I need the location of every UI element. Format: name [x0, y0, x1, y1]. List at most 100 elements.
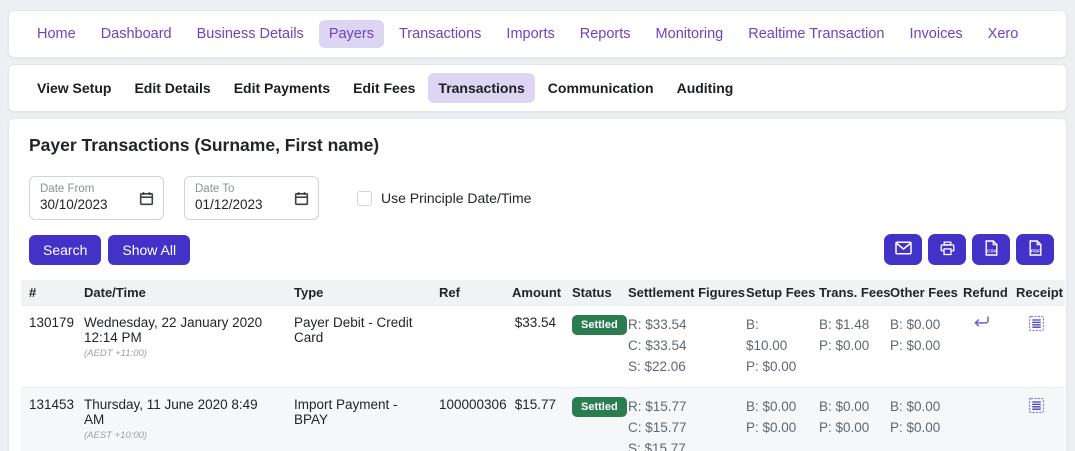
actions-row: Search Show All CSV PDF: [29, 234, 1054, 265]
date-to-label: Date To: [195, 182, 263, 196]
nav-item-dashboard[interactable]: Dashboard: [91, 20, 182, 48]
cell-setup-fees: B: $0.00 P: $0.00: [738, 387, 811, 451]
col-header-ref: Ref: [431, 280, 504, 306]
settlement-line: S: $15.77: [628, 439, 730, 451]
col-header-datetime: Date/Time: [76, 280, 286, 306]
nav-item-business-details[interactable]: Business Details: [187, 20, 314, 48]
cell-other-fees: B: $0.00 P: $0.00: [882, 306, 955, 388]
timezone-text: (AEST +10:00): [84, 430, 278, 441]
date-from-input[interactable]: Date From 30/10/2023: [29, 176, 164, 220]
fee-line: P: $0.00: [819, 336, 874, 357]
subnav-item-auditing[interactable]: Auditing: [667, 73, 744, 103]
subnav-item-transactions[interactable]: Transactions: [428, 73, 534, 103]
datetime-text: Thursday, 11 June 2020 8:49 AM: [84, 397, 278, 427]
export-csv-button[interactable]: CSV: [972, 234, 1010, 265]
fee-line: B: $0.00: [890, 315, 947, 336]
nav-item-xero[interactable]: Xero: [978, 20, 1029, 48]
status-badge: Settled: [572, 315, 627, 335]
col-header-type: Type: [286, 280, 431, 306]
settlement-line: C: $15.77: [628, 418, 730, 439]
receipt-icon[interactable]: [1028, 315, 1045, 335]
cell-transaction-id: 130179: [21, 306, 76, 388]
subnav-item-communication[interactable]: Communication: [538, 73, 664, 103]
print-button[interactable]: [928, 234, 966, 265]
cell-transaction-id: 131453: [21, 387, 76, 451]
filter-row: Date From 30/10/2023 Date To 01/12/2023 …: [29, 176, 1054, 220]
nav-item-home[interactable]: Home: [27, 20, 86, 48]
date-to-input[interactable]: Date To 01/12/2023: [184, 176, 319, 220]
nav-item-payers[interactable]: Payers: [319, 20, 384, 48]
cell-refund: [955, 387, 1008, 451]
cell-receipt: [1008, 387, 1065, 451]
primary-nav: Home Dashboard Business Details Payers T…: [8, 10, 1067, 58]
nav-item-imports[interactable]: Imports: [496, 20, 564, 48]
calendar-icon[interactable]: [139, 191, 154, 206]
fee-line: P: $0.00: [746, 357, 803, 378]
svg-text:CSV: CSV: [987, 249, 997, 254]
show-all-button[interactable]: Show All: [108, 235, 190, 265]
subnav-item-edit-payments[interactable]: Edit Payments: [224, 73, 340, 103]
col-header-id: #: [21, 280, 76, 306]
date-from-label: Date From: [40, 182, 108, 196]
use-principle-datetime-group: Use Principle Date/Time: [357, 190, 531, 206]
col-header-receipt: Receipt: [1008, 280, 1065, 306]
email-button[interactable]: [884, 234, 922, 265]
receipt-icon[interactable]: [1028, 397, 1045, 417]
col-header-setup-fees: Setup Fees: [738, 280, 811, 306]
fee-line: B: $0.00: [890, 397, 947, 418]
nav-item-monitoring[interactable]: Monitoring: [646, 20, 734, 48]
col-header-refund: Refund: [955, 280, 1008, 306]
nav-item-transactions[interactable]: Transactions: [389, 20, 491, 48]
fee-line: B: $10.00: [746, 315, 803, 357]
cell-status: Settled: [564, 387, 620, 451]
cell-other-fees: B: $0.00 P: $0.00: [882, 387, 955, 451]
status-badge: Settled: [572, 397, 627, 417]
cell-trans-fees: B: $0.00 P: $0.00: [811, 387, 882, 451]
subnav-item-edit-details[interactable]: Edit Details: [124, 73, 220, 103]
nav-item-realtime-transaction[interactable]: Realtime Transaction: [738, 20, 894, 48]
cell-settlement-figures: R: $33.54 C: $33.54 S: $22.06: [620, 306, 738, 388]
col-header-status: Status: [564, 280, 620, 306]
cell-datetime: Wednesday, 22 January 2020 12:14 PM (AED…: [76, 306, 286, 388]
svg-text:PDF: PDF: [1031, 249, 1040, 254]
email-icon: [895, 241, 912, 258]
fee-line: P: $0.00: [819, 418, 874, 439]
timezone-text: (AEDT +11:00): [84, 348, 278, 359]
file-pdf-icon: PDF: [1029, 240, 1042, 259]
settlement-line: S: $22.06: [628, 357, 730, 378]
cell-type: Payer Debit - Credit Card: [286, 306, 431, 388]
payer-transactions-panel: Payer Transactions (Surname, First name)…: [8, 118, 1067, 451]
nav-item-invoices[interactable]: Invoices: [899, 20, 972, 48]
fee-line: B: $0.00: [819, 397, 874, 418]
subnav-item-view-setup[interactable]: View Setup: [27, 73, 121, 103]
table-row: 131453 Thursday, 11 June 2020 8:49 AM (A…: [21, 387, 1065, 451]
search-button[interactable]: Search: [29, 235, 101, 265]
cell-setup-fees: B: $10.00 P: $0.00: [738, 306, 811, 388]
cell-trans-fees: B: $1.48 P: $0.00: [811, 306, 882, 388]
fee-line: P: $0.00: [890, 418, 947, 439]
cell-settlement-figures: R: $15.77 C: $15.77 S: $15.77: [620, 387, 738, 451]
cell-receipt: [1008, 306, 1065, 388]
settlement-line: C: $33.54: [628, 336, 730, 357]
calendar-icon[interactable]: [294, 191, 309, 206]
fee-line: P: $0.00: [746, 418, 803, 439]
use-principle-datetime-checkbox[interactable]: [357, 191, 372, 206]
date-to-value[interactable]: 01/12/2023: [195, 197, 263, 214]
cell-amount: $33.54: [504, 306, 564, 388]
col-header-trans-fees: Trans. Fees: [811, 280, 882, 306]
cell-status: Settled: [564, 306, 620, 388]
settlement-line: R: $33.54: [628, 315, 730, 336]
subnav-item-edit-fees[interactable]: Edit Fees: [343, 73, 425, 103]
datetime-text: Wednesday, 22 January 2020 12:14 PM: [84, 315, 278, 345]
cell-datetime: Thursday, 11 June 2020 8:49 AM (AEST +10…: [76, 387, 286, 451]
cell-ref: 100000306: [431, 387, 504, 451]
refund-icon[interactable]: [972, 315, 991, 333]
cell-amount: $15.77: [504, 387, 564, 451]
date-from-value[interactable]: 30/10/2023: [40, 197, 108, 214]
export-pdf-button[interactable]: PDF: [1016, 234, 1054, 265]
use-principle-datetime-label: Use Principle Date/Time: [381, 190, 531, 206]
file-csv-icon: CSV: [985, 240, 998, 259]
cell-ref: [431, 306, 504, 388]
nav-item-reports[interactable]: Reports: [570, 20, 641, 48]
print-icon: [940, 241, 955, 259]
